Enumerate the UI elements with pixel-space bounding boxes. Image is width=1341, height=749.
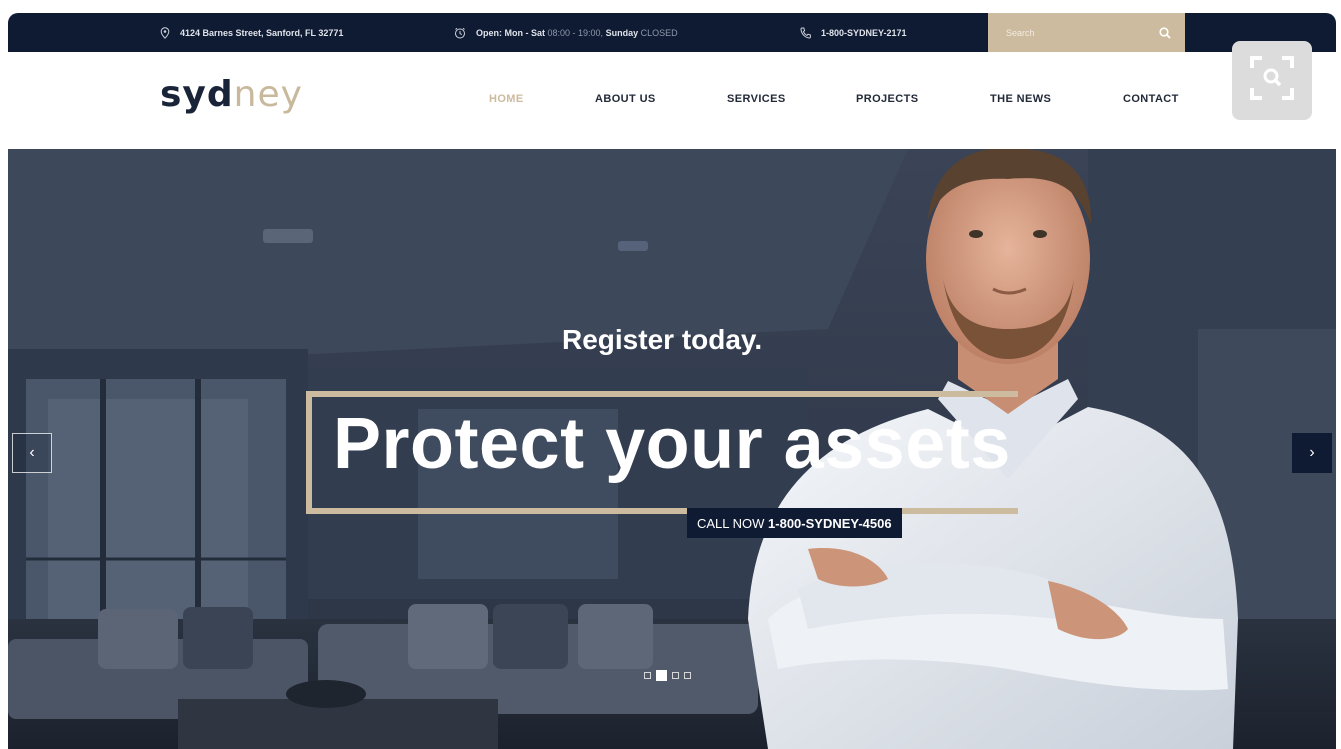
search-input[interactable]: [1006, 27, 1146, 38]
slider-dot-3[interactable]: [672, 672, 679, 679]
site-header: sydney HOME ABOUT US SERVICES PROJECTS T…: [8, 52, 1336, 149]
nav-projects[interactable]: PROJECTS: [856, 93, 919, 105]
hours-open: Open: Mon - Sat: [476, 27, 545, 38]
call-now-banner[interactable]: CALL NOW 1-800-SYDNEY-4506: [687, 508, 902, 538]
hours-item: Open: Mon - Sat 08:00 - 19:00, Sunday CL…: [454, 13, 678, 52]
main-nav: HOME ABOUT US SERVICES PROJECTS THE NEWS…: [8, 52, 1208, 149]
chevron-right-icon: ›: [1309, 444, 1315, 461]
nav-the-news[interactable]: THE NEWS: [990, 93, 1051, 105]
slider-dot-1[interactable]: [644, 672, 651, 679]
phone-text: 1-800-SYDNEY-2171: [821, 27, 907, 38]
chevron-left-icon: ‹: [29, 444, 35, 461]
hours-sunday: Sunday: [605, 27, 639, 38]
hours-text: Open: Mon - Sat 08:00 - 19:00, Sunday CL…: [476, 28, 678, 38]
site-frame: 4124 Barnes Street, Sanford, FL 32771 Op…: [8, 13, 1336, 749]
address-text: 4124 Barnes Street, Sanford, FL 32771: [180, 27, 344, 38]
phone-item: 1-800-SYDNEY-2171: [800, 13, 907, 52]
phone-icon: [800, 27, 811, 39]
cta-phone: 1-800-SYDNEY-4506: [768, 515, 892, 531]
nav-about-us[interactable]: ABOUT US: [595, 93, 656, 105]
hours-time: 08:00 - 19:00,: [547, 27, 604, 38]
slider-next-button[interactable]: ›: [1292, 433, 1332, 473]
zoom-search-icon: [1248, 54, 1296, 107]
search-box: [988, 13, 1185, 52]
cta-prefix: CALL NOW: [697, 515, 769, 531]
slider-dot-2[interactable]: [656, 670, 667, 681]
hero-subtitle: Register today.: [562, 324, 763, 355]
clock-icon: [454, 27, 466, 39]
slider-dots: [644, 670, 691, 681]
top-info-bar: 4124 Barnes Street, Sanford, FL 32771 Op…: [8, 13, 1336, 52]
address-item: 4124 Barnes Street, Sanford, FL 32771: [160, 13, 343, 52]
hours-closed: CLOSED: [640, 27, 678, 38]
hero-slider: Register today. Protect your assets CALL…: [8, 149, 1336, 749]
nav-contact[interactable]: CONTACT: [1123, 93, 1179, 105]
zoom-button[interactable]: [1232, 41, 1312, 120]
slider-dot-4[interactable]: [684, 672, 691, 679]
search-icon[interactable]: [1159, 26, 1171, 39]
location-icon: [160, 26, 170, 39]
slider-prev-button[interactable]: ‹: [12, 433, 52, 473]
nav-services[interactable]: SERVICES: [727, 93, 786, 105]
hero-title: Protect your assets: [333, 404, 1011, 484]
nav-home[interactable]: HOME: [489, 93, 524, 105]
